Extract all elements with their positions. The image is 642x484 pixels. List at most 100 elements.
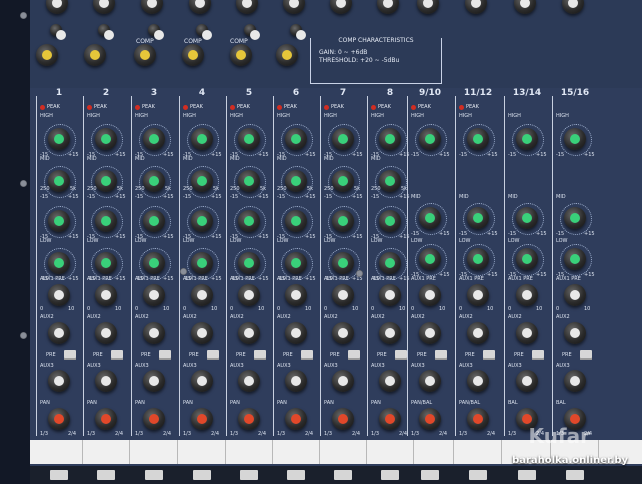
aux3-knob[interactable] (332, 370, 354, 392)
comp-knob-cap[interactable] (50, 24, 66, 40)
eq-knob[interactable] (48, 170, 70, 192)
channel-button[interactable] (97, 470, 115, 480)
pan-knob[interactable] (419, 408, 441, 430)
eq-knob[interactable] (238, 128, 260, 150)
eq-knob[interactable] (191, 252, 213, 274)
eq-knob[interactable] (467, 128, 489, 150)
aux1-knob[interactable] (95, 284, 117, 306)
eq-knob[interactable] (467, 248, 489, 270)
channel-button[interactable] (287, 470, 305, 480)
eq-knob[interactable] (332, 210, 354, 232)
eq-knob[interactable] (191, 210, 213, 232)
eq-knob[interactable] (516, 248, 538, 270)
eq-knob[interactable] (516, 128, 538, 150)
aux3-knob[interactable] (95, 370, 117, 392)
channel-button[interactable] (381, 470, 399, 480)
eq-knob[interactable] (238, 210, 260, 232)
pre-button[interactable] (159, 350, 171, 360)
eq-knob[interactable] (332, 128, 354, 150)
aux2-knob[interactable] (419, 322, 441, 344)
aux2-knob[interactable] (143, 322, 165, 344)
aux1-knob[interactable] (238, 284, 260, 306)
pre-button[interactable] (580, 350, 592, 360)
comp-knob[interactable] (276, 44, 298, 66)
pan-knob[interactable] (379, 408, 401, 430)
comp-knob[interactable] (84, 44, 106, 66)
pan-knob[interactable] (95, 408, 117, 430)
aux1-knob[interactable] (285, 284, 307, 306)
eq-knob[interactable] (285, 210, 307, 232)
eq-knob[interactable] (48, 128, 70, 150)
comp-knob-cap[interactable] (244, 24, 260, 40)
eq-knob[interactable] (191, 128, 213, 150)
aux2-knob[interactable] (564, 322, 586, 344)
eq-knob[interactable] (379, 252, 401, 274)
aux2-knob[interactable] (238, 322, 260, 344)
eq-knob[interactable] (419, 128, 441, 150)
aux3-knob[interactable] (419, 370, 441, 392)
aux1-knob[interactable] (467, 284, 489, 306)
eq-knob[interactable] (419, 248, 441, 270)
eq-knob[interactable] (95, 170, 117, 192)
eq-knob[interactable] (238, 170, 260, 192)
eq-knob[interactable] (95, 252, 117, 274)
aux3-knob[interactable] (379, 370, 401, 392)
eq-knob[interactable] (379, 170, 401, 192)
eq-knob[interactable] (564, 207, 586, 229)
pre-button[interactable] (532, 350, 544, 360)
eq-knob[interactable] (285, 128, 307, 150)
eq-knob[interactable] (95, 210, 117, 232)
comp-knob[interactable] (36, 44, 58, 66)
aux2-knob[interactable] (191, 322, 213, 344)
pan-knob[interactable] (467, 408, 489, 430)
eq-knob[interactable] (143, 170, 165, 192)
pre-button[interactable] (207, 350, 219, 360)
pre-button[interactable] (435, 350, 447, 360)
eq-knob[interactable] (332, 170, 354, 192)
aux3-knob[interactable] (143, 370, 165, 392)
eq-knob[interactable] (516, 207, 538, 229)
eq-knob[interactable] (143, 128, 165, 150)
eq-knob[interactable] (564, 248, 586, 270)
aux3-knob[interactable] (564, 370, 586, 392)
aux1-knob[interactable] (419, 284, 441, 306)
eq-knob[interactable] (379, 128, 401, 150)
aux1-knob[interactable] (191, 284, 213, 306)
comp-knob[interactable] (134, 44, 156, 66)
eq-knob[interactable] (143, 210, 165, 232)
aux2-knob[interactable] (95, 322, 117, 344)
pan-knob[interactable] (143, 408, 165, 430)
comp-knob[interactable] (230, 44, 252, 66)
comp-knob-cap[interactable] (148, 24, 164, 40)
comp-knob-cap[interactable] (98, 24, 114, 40)
aux1-knob[interactable] (564, 284, 586, 306)
aux1-knob[interactable] (516, 284, 538, 306)
pre-button[interactable] (64, 350, 76, 360)
channel-button[interactable] (518, 470, 536, 480)
channel-button[interactable] (334, 470, 352, 480)
channel-button[interactable] (145, 470, 163, 480)
pre-button[interactable] (395, 350, 407, 360)
channel-button[interactable] (193, 470, 211, 480)
aux3-knob[interactable] (285, 370, 307, 392)
comp-knob-cap[interactable] (290, 24, 306, 40)
eq-knob[interactable] (238, 252, 260, 274)
aux2-knob[interactable] (467, 322, 489, 344)
comp-knob[interactable] (182, 44, 204, 66)
channel-button[interactable] (566, 470, 584, 480)
eq-knob[interactable] (285, 252, 307, 274)
eq-knob[interactable] (48, 252, 70, 274)
eq-knob[interactable] (95, 128, 117, 150)
pre-button[interactable] (483, 350, 495, 360)
comp-knob-cap[interactable] (196, 24, 212, 40)
aux2-knob[interactable] (48, 322, 70, 344)
eq-knob[interactable] (48, 210, 70, 232)
pan-knob[interactable] (285, 408, 307, 430)
aux2-knob[interactable] (332, 322, 354, 344)
eq-knob[interactable] (332, 252, 354, 274)
eq-knob[interactable] (379, 210, 401, 232)
aux1-knob[interactable] (143, 284, 165, 306)
eq-knob[interactable] (285, 170, 307, 192)
aux1-knob[interactable] (379, 284, 401, 306)
channel-button[interactable] (240, 470, 258, 480)
